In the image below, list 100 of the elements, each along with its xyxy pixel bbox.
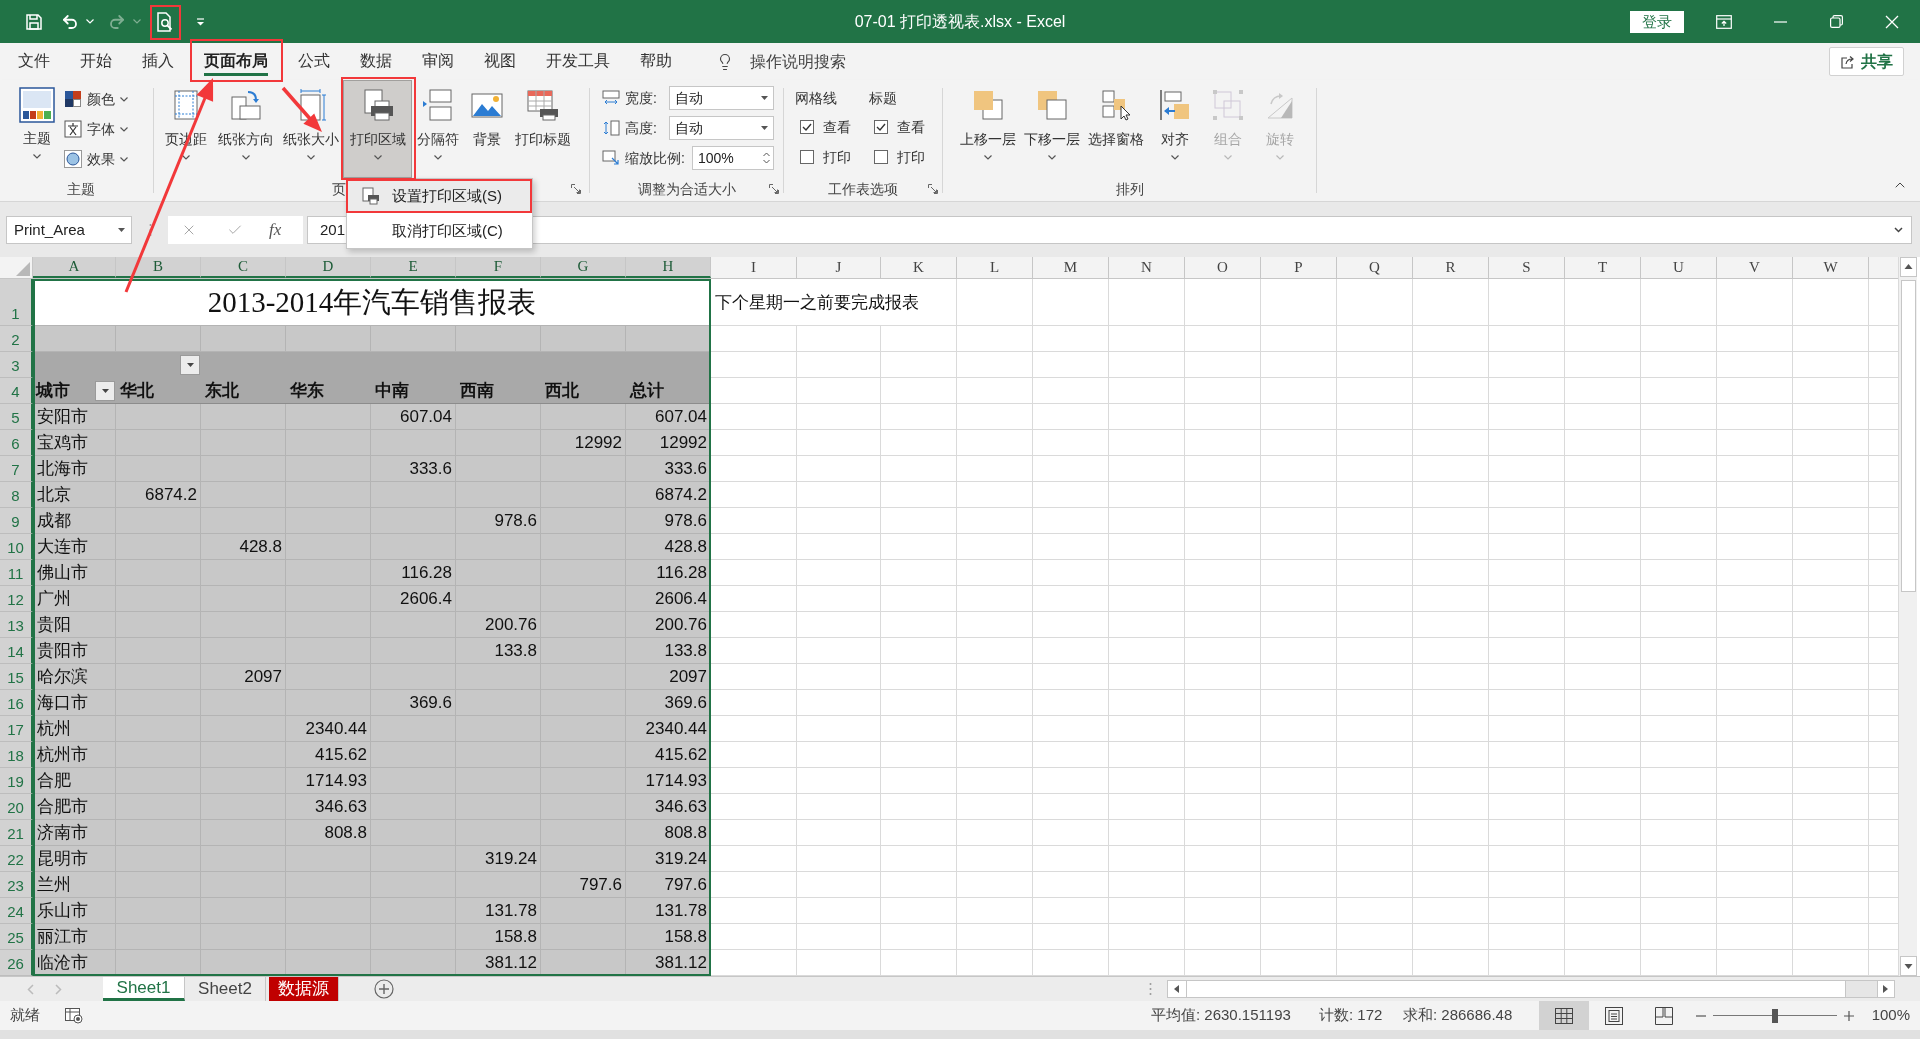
row-header[interactable]: 13	[0, 612, 33, 638]
row-header[interactable]: 8	[0, 482, 33, 508]
customize-toolbar-icon[interactable]	[196, 17, 205, 26]
row-header[interactable]: 7	[0, 456, 33, 482]
name-box[interactable]: Print_Area	[6, 216, 132, 244]
close-icon[interactable]	[1885, 14, 1899, 29]
checkbox[interactable]	[874, 150, 888, 164]
row-header[interactable]: 19	[0, 768, 33, 794]
column-header[interactable]: E	[371, 257, 456, 278]
ribbon-button[interactable]: 纸张大小	[279, 80, 343, 178]
checkbox[interactable]	[874, 120, 888, 134]
column-header[interactable]: I	[711, 257, 797, 278]
row-header[interactable]: 11	[0, 560, 33, 586]
zoom-slider-thumb[interactable]	[1772, 1008, 1778, 1023]
column-header[interactable]: O	[1185, 257, 1261, 278]
scrollbar-thumb[interactable]	[1187, 981, 1846, 997]
dropdown-field[interactable]: 自动	[669, 116, 774, 140]
ribbon-button[interactable]: 打印标题	[510, 80, 576, 178]
ribbon-tab[interactable]: 公式	[283, 43, 345, 80]
expand-formula-icon[interactable]	[1894, 227, 1903, 233]
column-header[interactable]: K	[881, 257, 957, 278]
row-header[interactable]: 5	[0, 404, 33, 430]
column-header[interactable]: R	[1413, 257, 1489, 278]
column-header[interactable]: V	[1717, 257, 1793, 278]
ribbon-tab[interactable]: 页面布局	[189, 43, 283, 80]
row-header[interactable]: 16	[0, 690, 33, 716]
row-header[interactable]: 26	[0, 950, 33, 976]
ribbon-button[interactable]: 上移一层	[956, 80, 1020, 178]
ribbon-tab[interactable]: 文件	[3, 43, 65, 80]
row-header[interactable]: 22	[0, 846, 33, 872]
column-header[interactable]: S	[1489, 257, 1565, 278]
print-preview-icon[interactable]	[156, 11, 174, 32]
spin-field[interactable]: 100%	[692, 146, 774, 170]
row-header[interactable]: 4	[0, 378, 33, 404]
column-header[interactable]: M	[1033, 257, 1109, 278]
row-header[interactable]: 1	[0, 279, 33, 326]
ribbon-tab[interactable]: 插入	[127, 43, 189, 80]
ribbon-button[interactable]: 分隔符	[412, 80, 464, 178]
drag-handle-icon[interactable]	[1149, 982, 1152, 996]
row-header[interactable]: 18	[0, 742, 33, 768]
filter-dropdown-button[interactable]	[95, 380, 115, 401]
row-header[interactable]: 20	[0, 794, 33, 820]
save-icon[interactable]	[25, 12, 43, 31]
checkbox[interactable]	[800, 150, 814, 164]
ribbon-button[interactable]: 选择窗格	[1084, 80, 1148, 178]
sign-in-button[interactable]: 登录	[1630, 10, 1684, 33]
row-header[interactable]: 23	[0, 872, 33, 898]
theme-option-button[interactable]: 效果	[64, 144, 128, 174]
ribbon-tab[interactable]: 帮助	[625, 43, 687, 80]
menu-item[interactable]: 取消打印区域(C)	[347, 215, 532, 247]
macro-record-icon[interactable]	[65, 1007, 83, 1024]
ribbon-tab[interactable]: 开始	[65, 43, 127, 80]
restore-icon[interactable]	[1829, 15, 1843, 28]
share-button[interactable]: 共享	[1829, 47, 1904, 76]
column-header[interactable]: D	[286, 257, 371, 278]
page-break-view-icon[interactable]	[1655, 1006, 1673, 1025]
column-header[interactable]: N	[1109, 257, 1185, 278]
sheet-tab[interactable]: 数据源	[269, 977, 339, 1001]
dropdown-field[interactable]: 自动	[669, 86, 774, 110]
row-header[interactable]: 17	[0, 716, 33, 742]
row-header[interactable]: 9	[0, 508, 33, 534]
zoom-in-icon[interactable]	[1844, 1010, 1854, 1021]
dialog-launcher-icon[interactable]	[571, 184, 581, 194]
column-header[interactable]: W	[1793, 257, 1869, 278]
row-header[interactable]: 10	[0, 534, 33, 560]
sheet-tab[interactable]: Sheet1	[103, 977, 185, 1001]
grid-view-icon[interactable]	[1555, 1007, 1573, 1024]
tell-me-search[interactable]: 操作说明搜索	[750, 49, 846, 74]
row-header[interactable]: 14	[0, 638, 33, 664]
ribbon-button[interactable]: 背景	[464, 80, 510, 178]
ribbon-tab[interactable]: 数据	[345, 43, 407, 80]
row-header[interactable]: 2	[0, 326, 33, 352]
column-header[interactable]: U	[1641, 257, 1717, 278]
column-header[interactable]: T	[1565, 257, 1641, 278]
insert-function-button[interactable]: fx	[269, 217, 282, 243]
column-header[interactable]: B	[116, 257, 201, 278]
column-header[interactable]: L	[957, 257, 1033, 278]
minimize-icon[interactable]	[1773, 20, 1787, 23]
checkbox[interactable]	[800, 120, 814, 134]
theme-option-button[interactable]: 颜色	[64, 84, 128, 114]
ribbon-tab[interactable]: 审阅	[407, 43, 469, 80]
menu-item[interactable]: 设置打印区域(S)	[347, 180, 532, 212]
column-header[interactable]: J	[797, 257, 881, 278]
dialog-launcher-icon[interactable]	[928, 184, 938, 194]
ribbon-button[interactable]: 下移一层	[1020, 80, 1084, 178]
column-header[interactable]: A	[33, 257, 116, 278]
column-header[interactable]: G	[541, 257, 626, 278]
ribbon-tab[interactable]: 视图	[469, 43, 531, 80]
column-header[interactable]: P	[1261, 257, 1337, 278]
ribbon-tab[interactable]: 开发工具	[531, 43, 625, 80]
column-header[interactable]: F	[456, 257, 541, 278]
view-button[interactable]	[1539, 1001, 1589, 1030]
column-header[interactable]: C	[201, 257, 286, 278]
add-sheet-icon[interactable]	[374, 979, 394, 999]
ribbon-button[interactable]: 纸张方向	[213, 80, 279, 178]
undo-icon[interactable]	[61, 12, 79, 31]
dialog-launcher-icon[interactable]	[769, 184, 779, 194]
row-header[interactable]: 6	[0, 430, 33, 456]
column-header[interactable]: H	[626, 257, 711, 278]
row-header[interactable]: 12	[0, 586, 33, 612]
